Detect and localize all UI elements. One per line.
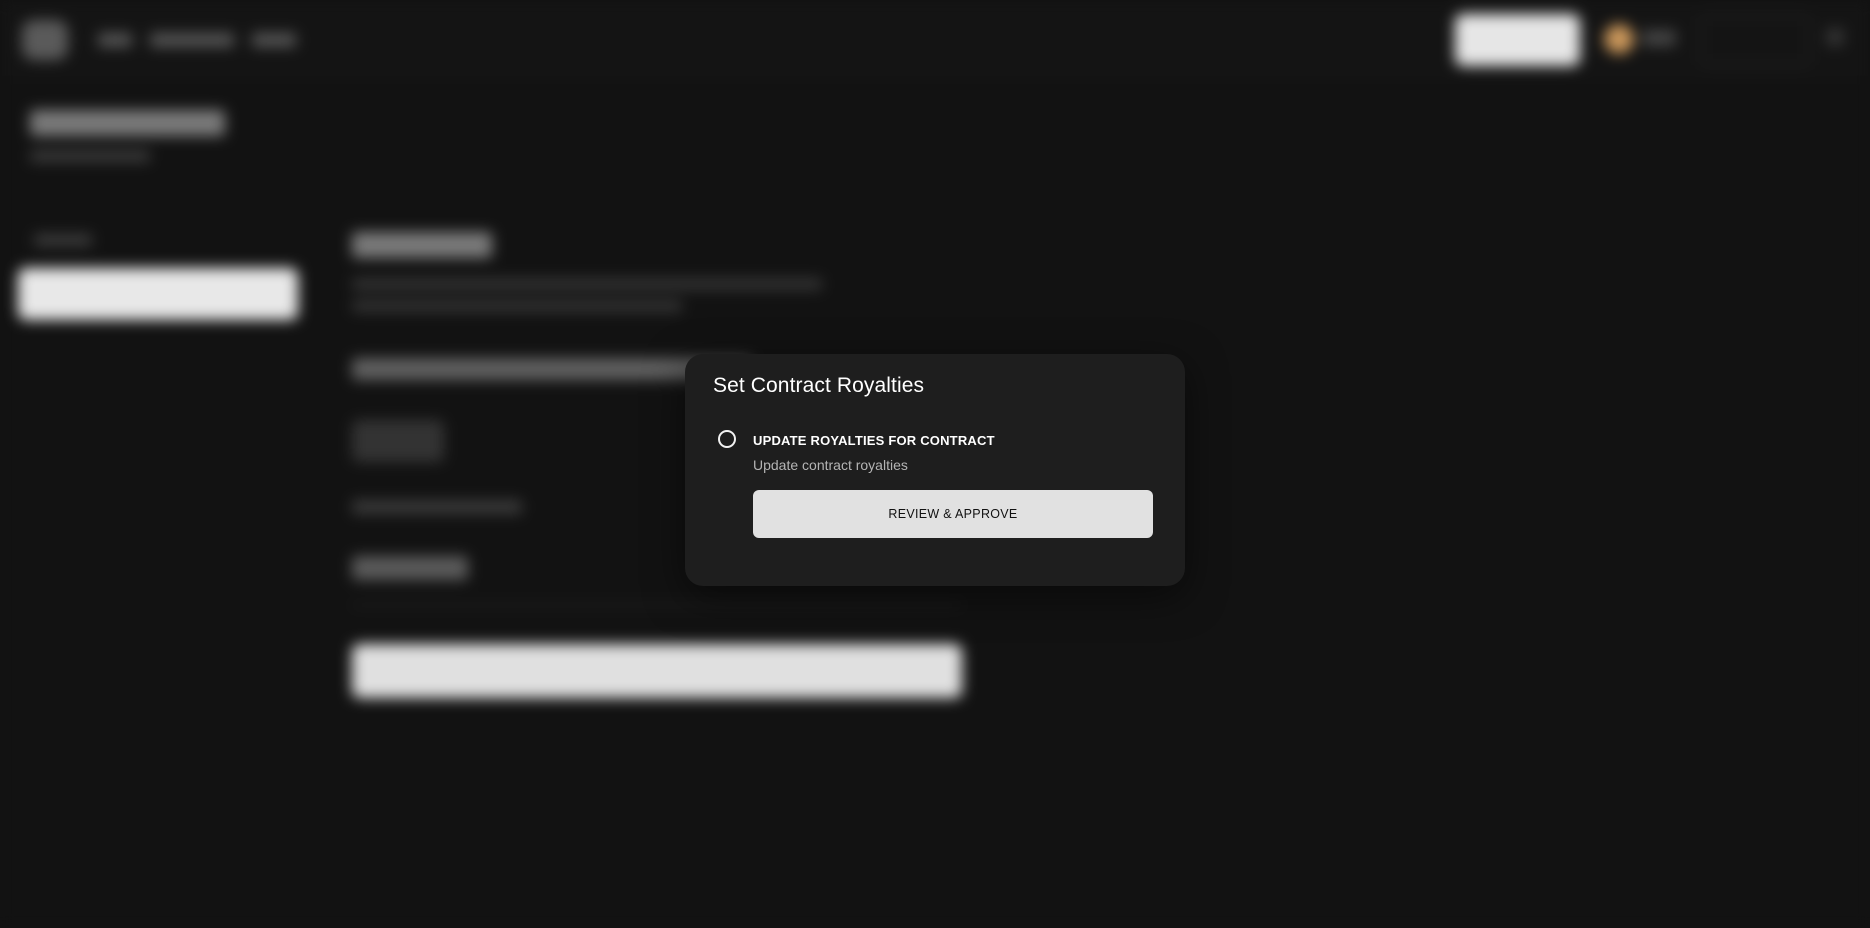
section-description-line-1 (352, 278, 822, 290)
set-contract-royalties-modal: Set Contract Royalties UPDATE ROYALTIES … (685, 354, 1185, 586)
step-title: UPDATE ROYALTIES FOR CONTRACT (753, 433, 995, 448)
page-title (30, 110, 225, 136)
avatar (1604, 24, 1634, 54)
app-logo (22, 20, 68, 60)
field-value (352, 556, 468, 580)
page-subtitle (30, 150, 150, 162)
review-approve-button[interactable]: REVIEW & APPROVE (753, 490, 1153, 538)
modal-title: Set Contract Royalties (713, 374, 925, 397)
step-description: Update contract royalties (753, 457, 908, 473)
secondary-button (352, 420, 444, 462)
nav-link-2 (150, 33, 234, 47)
nav-link-3 (252, 33, 296, 47)
nav-link-1 (98, 33, 132, 47)
header-primary-button (1455, 14, 1580, 66)
header-box (1700, 14, 1810, 66)
sidebar-section-label (34, 234, 92, 246)
submit-button (352, 644, 962, 698)
sidebar-item-active (18, 268, 298, 320)
section-description-line-2 (352, 300, 682, 312)
field-label (352, 500, 522, 514)
header-icon (1826, 28, 1844, 46)
section-title (352, 232, 492, 258)
field-underline (352, 604, 962, 606)
avatar-name (1642, 30, 1676, 46)
circle-outline-icon (718, 430, 736, 448)
